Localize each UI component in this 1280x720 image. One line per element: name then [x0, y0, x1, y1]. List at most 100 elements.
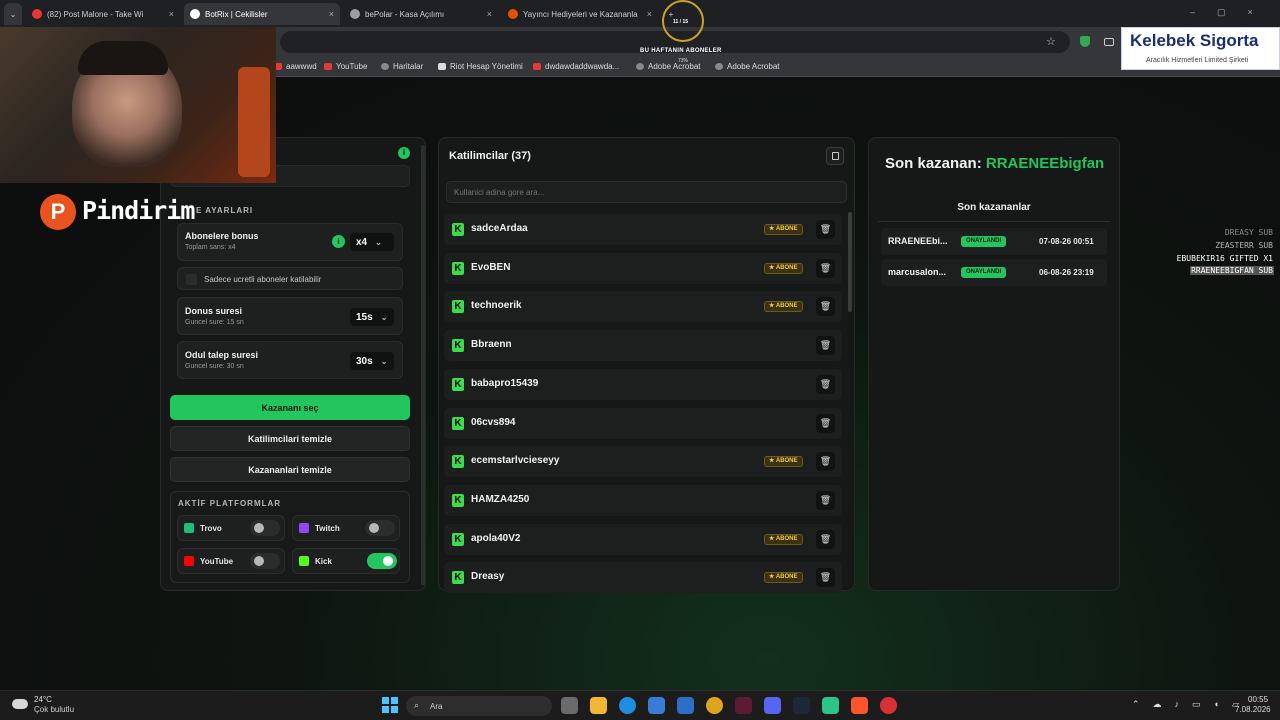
approved-badge: ONAYLANDI [961, 236, 1007, 247]
subscriber-badge: ★ ABONE [764, 533, 803, 545]
file-explorer-icon[interactable] [590, 697, 607, 714]
delete-participant-button[interactable]: 🗑 [816, 413, 835, 433]
approved-badge: ONAYLANDI [961, 267, 1007, 278]
delete-participant-button[interactable]: 🗑 [816, 529, 835, 549]
twitch-toggle[interactable] [365, 520, 395, 536]
delete-participant-button[interactable]: 🗑 [816, 336, 835, 356]
clear-participants-button[interactable]: Katilimcilari temizle [170, 426, 410, 451]
platform-twitch: Twitch [292, 515, 400, 541]
trash-icon: 🗑 [819, 340, 832, 351]
sub-feed-item: DREASY SUB [1224, 228, 1273, 237]
trovo-toggle[interactable] [250, 520, 280, 536]
info-icon[interactable]: i [332, 235, 345, 248]
info-icon[interactable]: i [398, 147, 410, 159]
system-tray-icons[interactable]: ⌃☁♪▭◖▱ [1132, 699, 1252, 710]
extension-icon[interactable] [1104, 38, 1114, 46]
paid-only-label: Sadece ucretli aboneler katilabilir [204, 275, 322, 284]
tab-title: Yayıncı Hediyeleri ve Kazananla [523, 9, 638, 19]
globe-icon [715, 63, 723, 70]
tab-search-button[interactable]: ⌄ [4, 3, 22, 25]
clear-winners-button[interactable]: Kazananlari temizle [170, 457, 410, 482]
chevron-down-icon: ⌄ [375, 237, 382, 247]
bookmark-item[interactable]: Adobe Acrobat [636, 62, 700, 71]
kick-toggle[interactable] [367, 553, 397, 569]
clock-time[interactable]: 00:55 [1248, 695, 1268, 704]
star-icon: ★ [769, 535, 776, 542]
search-icon: ⌕ [414, 700, 420, 710]
chrome-icon[interactable] [706, 697, 723, 714]
app-icon[interactable] [735, 697, 752, 714]
tab-title: BotRix | Cekilisler [205, 9, 268, 19]
paid-only-checkbox[interactable] [186, 274, 197, 285]
close-icon[interactable]: × [169, 9, 174, 19]
chevron-down-icon: ⌄ [380, 312, 388, 322]
last-winner-heading: Son kazanan: RRAENEEbigfan [885, 155, 1104, 172]
brave-icon[interactable] [851, 697, 868, 714]
paid-only-row[interactable]: Sadece ucretli aboneler katilabilir [177, 267, 403, 290]
app-icon[interactable] [880, 697, 897, 714]
tab-bepolar[interactable]: bePolar - Kasa Açılımı × [344, 3, 498, 25]
participant-name: EvoBEN [471, 261, 511, 273]
app-icon[interactable] [822, 697, 839, 714]
participants-scrollbar[interactable] [848, 212, 852, 312]
bookmark-item[interactable]: Adobe Acrobat [715, 62, 779, 71]
chair-back [238, 67, 270, 177]
store-icon[interactable] [648, 697, 665, 714]
youtube-toggle[interactable] [250, 553, 280, 569]
tab-youtube[interactable]: (82) Post Malone - Take Wi × [26, 3, 180, 25]
bookmark-item[interactable]: dwdawdaddwawda... [533, 62, 619, 71]
tab-yayinci[interactable]: Yayıncı Hediyeleri ve Kazananla × [502, 3, 658, 25]
participant-row: K 06cvs894 🗑 [444, 407, 842, 439]
bookmark-item[interactable]: Riot Hesap Yönetimi [438, 62, 523, 71]
tab-botrix[interactable]: BotRix | Cekilisler × [184, 3, 340, 25]
bookmark-item[interactable]: YouTube [324, 62, 367, 71]
participants-panel [438, 137, 855, 591]
subscriber-badge: ★ ABONE [764, 301, 803, 313]
platforms-title: AKTİF PLATFORMLAR [178, 499, 282, 508]
edge-icon[interactable] [619, 697, 636, 714]
close-icon[interactable]: × [329, 9, 334, 19]
delete-participant-button[interactable]: 🗑 [816, 374, 835, 394]
sub-feed-item: ZEASTERR SUB [1215, 241, 1273, 250]
winner-name: marcusalon... [888, 267, 947, 277]
weather-cloud-icon [12, 699, 28, 709]
close-icon[interactable]: × [487, 9, 492, 19]
subscriber-bonus-label: Abonelere bonus [185, 231, 259, 241]
steam-icon[interactable] [793, 697, 810, 714]
participant-row: K Dreasy ★ ABONE 🗑 [444, 562, 842, 594]
bookmark-item[interactable]: Haritalar [381, 62, 423, 71]
participant-search-input[interactable] [446, 181, 847, 203]
delete-participant-button[interactable]: 🗑 [816, 258, 835, 278]
kick-icon: K [452, 300, 464, 314]
delete-participant-button[interactable]: 🗑 [816, 490, 835, 510]
donus-select[interactable]: 15s ⌄ [350, 308, 394, 326]
delete-participant-button[interactable]: 🗑 [816, 568, 835, 588]
close-icon[interactable]: × [647, 9, 652, 19]
taskbar-search[interactable]: ⌕ Ara [406, 696, 552, 716]
subscriber-badge: ★ ABONE [764, 262, 803, 274]
odul-select[interactable]: 30s ⌄ [350, 352, 394, 370]
window-controls[interactable]: –▢× [1190, 7, 1275, 18]
pick-winner-button[interactable]: Kazananı seç [170, 395, 410, 420]
settings-scrollbar[interactable] [421, 145, 425, 585]
discord-icon[interactable] [764, 697, 781, 714]
star-icon[interactable]: ☆ [1046, 35, 1056, 48]
outlook-icon[interactable] [677, 697, 694, 714]
clock-date[interactable]: 7.08.2026 [1235, 705, 1271, 714]
delete-participant-button[interactable]: 🗑 [816, 220, 835, 239]
subscriber-bonus-select[interactable]: x4 ⌄ [350, 233, 394, 251]
donus-sub: Guncel sure: 15 sn [185, 319, 244, 326]
participant-name: babapro15439 [471, 377, 539, 389]
participant-row: Kecemstarlvcieseyy ★ ABONE 🗑 [444, 446, 842, 478]
shield-icon[interactable] [1080, 36, 1090, 47]
copy-button[interactable] [826, 147, 844, 165]
kick-icon: K [452, 493, 464, 507]
delete-participant-button[interactable]: 🗑 [816, 297, 835, 317]
delete-participant-button[interactable]: 🗑 [816, 452, 835, 472]
windows-start-icon[interactable] [382, 697, 398, 713]
participant-name: apola40V2 [471, 532, 521, 544]
star-icon: ★ [769, 264, 776, 271]
task-view-icon[interactable] [561, 697, 578, 714]
participant-row: Kbabapro15439 🗑 [444, 368, 842, 400]
bookmark-item[interactable]: aawwwd [274, 62, 317, 71]
